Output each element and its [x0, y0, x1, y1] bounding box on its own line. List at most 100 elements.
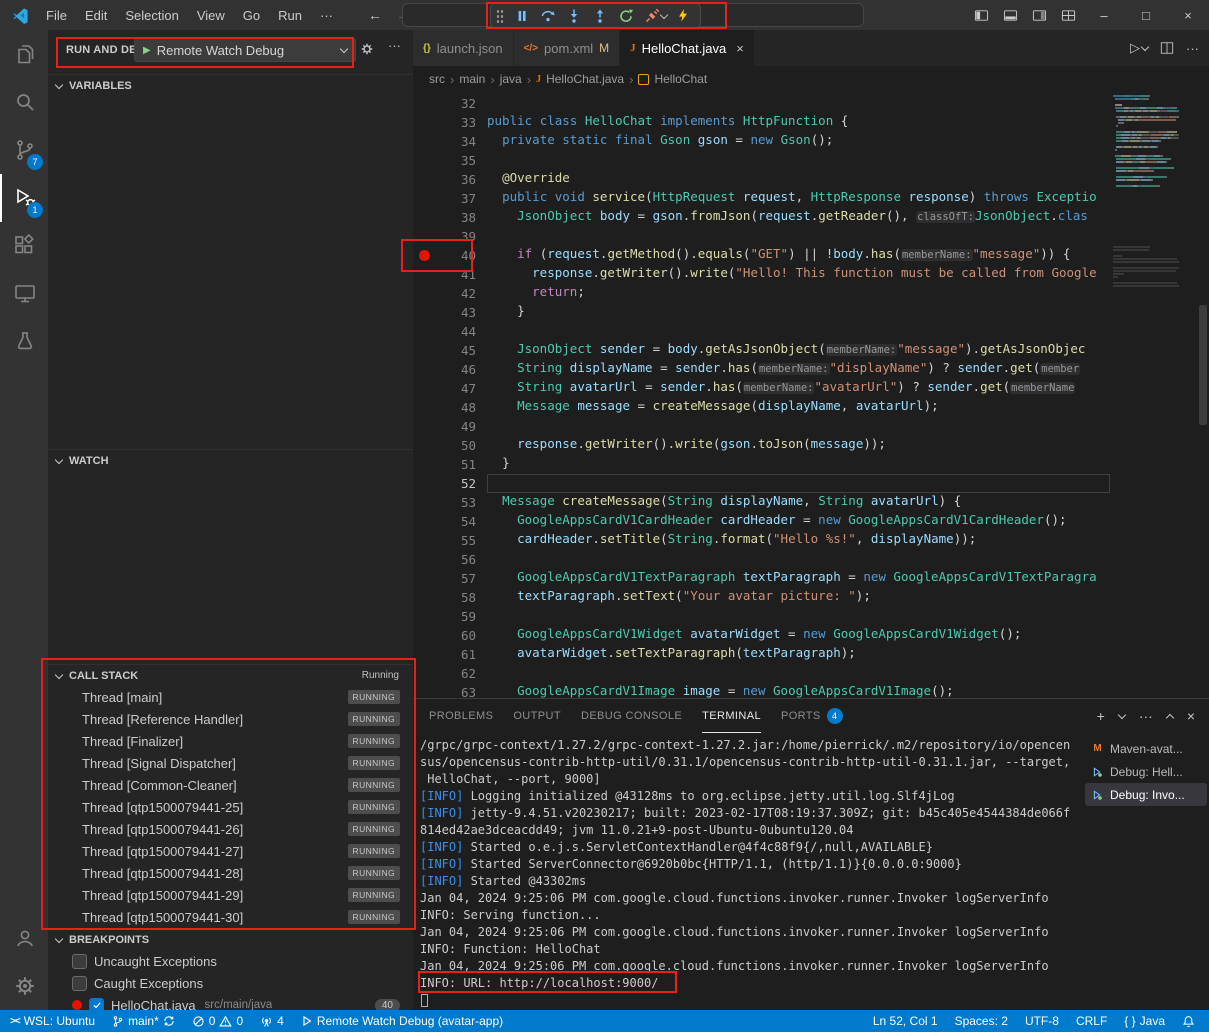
indentation[interactable]: Spaces: 2: [955, 1014, 1008, 1028]
breakpoint-slot[interactable]: [419, 193, 430, 204]
breakpoint-slot[interactable]: [419, 535, 430, 546]
breakpoint-row-uncaught[interactable]: Uncaught Exceptions: [48, 950, 413, 972]
breakpoint-slot[interactable]: [419, 554, 430, 565]
breakpoint-slot[interactable]: [419, 459, 430, 470]
code-line[interactable]: [487, 417, 1110, 436]
debug-status[interactable]: Remote Watch Debug (avatar-app): [301, 1014, 503, 1028]
start-debug-icon[interactable]: ▶: [143, 45, 151, 56]
code-line[interactable]: private static final Gson gson = new Gso…: [487, 132, 1110, 151]
menu-more[interactable]: ···: [311, 4, 342, 27]
gutter-line[interactable]: 36: [413, 170, 487, 189]
breakpoint-slot[interactable]: [419, 573, 430, 584]
activity-source-control[interactable]: 7: [0, 126, 48, 174]
code-line[interactable]: cardHeader.setTitle(String.format("Hello…: [487, 531, 1110, 550]
gutter-line[interactable]: 32: [413, 94, 487, 113]
editor-more-actions-icon[interactable]: ···: [1186, 41, 1199, 56]
activity-remote-explorer[interactable]: [0, 270, 48, 318]
terminal-output[interactable]: /grpc/grpc-context/1.27.2/grpc-context-1…: [420, 738, 1088, 1008]
gutter-line[interactable]: 53: [413, 493, 487, 512]
git-branch[interactable]: main*: [112, 1014, 175, 1028]
tab-launch-json[interactable]: {} launch.json: [413, 30, 514, 66]
breadcrumb-item[interactable]: main: [459, 72, 485, 86]
code-line[interactable]: Message message = createMessage(displayN…: [487, 398, 1110, 417]
split-editor-icon[interactable]: [1160, 41, 1174, 55]
activity-run-and-debug[interactable]: 1: [0, 174, 48, 222]
settings-gear-icon[interactable]: [0, 962, 48, 1010]
code-line[interactable]: response.getWriter().write(gson.toJson(m…: [487, 436, 1110, 455]
code-line[interactable]: [487, 550, 1110, 569]
panel-more-actions-icon[interactable]: ···: [1139, 708, 1153, 724]
breakpoint-slot[interactable]: [419, 345, 430, 356]
code-line[interactable]: [487, 227, 1110, 246]
breadcrumb-item[interactable]: HelloChat: [654, 72, 707, 86]
tab-hellochat-java[interactable]: J HelloChat.java ×: [620, 30, 755, 66]
breakpoint-slot[interactable]: [419, 98, 430, 109]
remote-indicator[interactable]: ><WSL: Ubuntu: [10, 1014, 95, 1028]
restart-button[interactable]: [613, 5, 638, 27]
code-line[interactable]: GoogleAppsCardV1TextParagraph textParagr…: [487, 569, 1110, 588]
code-area[interactable]: 3233343536373839404142434445464748495051…: [413, 92, 1209, 698]
gutter-line[interactable]: 58: [413, 588, 487, 607]
notifications-bell-icon[interactable]: [1182, 1015, 1195, 1028]
code-line[interactable]: @Override: [487, 170, 1110, 189]
hot-code-replace-button[interactable]: [670, 5, 695, 27]
tab-debug-console[interactable]: DEBUG CONSOLE: [581, 699, 682, 733]
step-over-button[interactable]: [535, 5, 560, 27]
step-out-button[interactable]: [587, 5, 612, 27]
pause-button[interactable]: [509, 5, 534, 27]
gutter-line[interactable]: 51: [413, 455, 487, 474]
minimap[interactable]: [1113, 92, 1193, 698]
minimize-button[interactable]: –: [1083, 0, 1125, 30]
gutter-line[interactable]: 35: [413, 151, 487, 170]
breakpoint-slot[interactable]: [419, 649, 430, 660]
breakpoint-slot[interactable]: [419, 174, 430, 185]
code-line[interactable]: [487, 151, 1110, 170]
menu-go[interactable]: Go: [234, 4, 269, 27]
maximize-panel-icon[interactable]: [1166, 713, 1174, 721]
gutter-line[interactable]: 37: [413, 189, 487, 208]
code-line[interactable]: public class HelloChat implements HttpFu…: [487, 113, 1110, 132]
run-file-button[interactable]: ▷: [1130, 40, 1148, 56]
terminal-list-item[interactable]: Debug: Hell...: [1085, 760, 1207, 783]
eol-sequence[interactable]: CRLF: [1076, 1014, 1107, 1028]
drag-handle-icon[interactable]: [496, 8, 504, 23]
gutter-line[interactable]: 48: [413, 398, 487, 417]
gutter-line[interactable]: 34: [413, 132, 487, 151]
activity-search[interactable]: [0, 78, 48, 126]
breakpoint-slot[interactable]: [419, 440, 430, 451]
call-stack-thread[interactable]: Thread [qtp1500079441-26]RUNNING: [48, 818, 413, 840]
breakpoint-dot[interactable]: [419, 250, 430, 261]
terminal-list-item[interactable]: Debug: Invo...: [1085, 783, 1207, 806]
gutter-line[interactable]: 38: [413, 208, 487, 227]
section-call-stack[interactable]: CALL STACK Running: [48, 664, 413, 686]
gutter-line[interactable]: 56: [413, 550, 487, 569]
tab-output[interactable]: OUTPUT: [513, 699, 561, 733]
breadcrumb-item[interactable]: src: [429, 72, 445, 86]
code-line[interactable]: return;: [487, 284, 1110, 303]
call-stack-thread[interactable]: Thread [qtp1500079441-28]RUNNING: [48, 862, 413, 884]
code-line[interactable]: GoogleAppsCardV1Image image = new Google…: [487, 683, 1110, 698]
problems-indicator[interactable]: 00: [192, 1014, 243, 1028]
breakpoint-slot[interactable]: [419, 155, 430, 166]
code-line[interactable]: }: [487, 455, 1110, 474]
close-button[interactable]: ×: [1167, 0, 1209, 30]
breakpoint-slot[interactable]: [419, 383, 430, 394]
activity-explorer[interactable]: [0, 30, 48, 78]
call-stack-thread[interactable]: Thread [Finalizer]RUNNING: [48, 730, 413, 752]
breakpoint-slot[interactable]: [419, 326, 430, 337]
gutter-line[interactable]: 54: [413, 512, 487, 531]
close-tab-icon[interactable]: ×: [736, 41, 744, 56]
gutter-line[interactable]: 39: [413, 227, 487, 246]
gutter-line[interactable]: 33: [413, 113, 487, 132]
debug-settings-gear-icon[interactable]: [360, 42, 374, 56]
breadcrumb-item[interactable]: java: [500, 72, 522, 86]
tab-pom-xml[interactable]: </> pom.xml M: [514, 30, 621, 66]
code-line[interactable]: Message createMessage(String displayName…: [487, 493, 1110, 512]
code-line[interactable]: [487, 94, 1110, 113]
section-variables[interactable]: VARIABLES: [48, 74, 413, 96]
breakpoint-slot[interactable]: [419, 478, 430, 489]
breakpoint-slot[interactable]: [419, 269, 430, 280]
checkbox-unchecked[interactable]: [72, 954, 87, 969]
breakpoint-slot[interactable]: [419, 592, 430, 603]
gutter-line[interactable]: 50: [413, 436, 487, 455]
